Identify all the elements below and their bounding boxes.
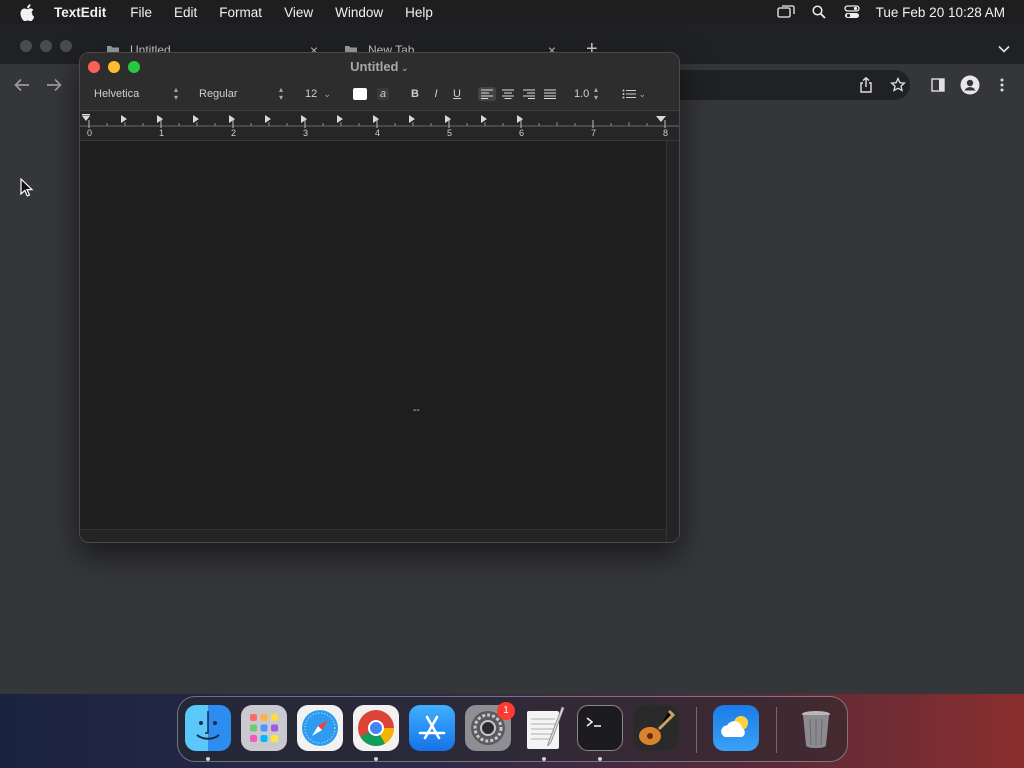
font-size-combo[interactable]: 12 ⌄ bbox=[299, 85, 337, 103]
running-indicator bbox=[374, 757, 378, 761]
vertical-scrollbar[interactable] bbox=[666, 141, 679, 542]
updown-arrows-icon: ▴ ▾ bbox=[173, 85, 178, 102]
safari-icon[interactable] bbox=[297, 705, 343, 751]
control-center-icon[interactable] bbox=[842, 4, 862, 20]
align-left-icon[interactable] bbox=[478, 87, 496, 101]
document-title-text: Untitled bbox=[350, 59, 399, 74]
line-spacing-popup[interactable]: 1.0 ▴ ▾ bbox=[568, 85, 604, 103]
italic-button[interactable]: I bbox=[427, 88, 445, 100]
menu-window[interactable]: Window bbox=[335, 5, 383, 20]
dock: 1 bbox=[177, 696, 848, 762]
ruler-number: 6 bbox=[519, 128, 525, 138]
textedit-titlebar: Untitled ⌄ Helvetica ▴ ▾ Regular ▴ ▾ 12 ⌄ a bbox=[80, 53, 679, 111]
ruler[interactable]: 0 1 2 3 4 5 6 7 8 bbox=[80, 111, 679, 141]
font-family-popup[interactable]: Helvetica ▴ ▾ bbox=[88, 85, 184, 103]
mouse-pointer-icon bbox=[20, 177, 34, 198]
dock-separator bbox=[696, 707, 697, 753]
bookmark-star-icon[interactable] bbox=[888, 75, 908, 95]
updown-arrows-icon: ▴ ▾ bbox=[278, 85, 283, 102]
app-store-icon[interactable] bbox=[409, 705, 455, 751]
ruler-number: 0 bbox=[87, 128, 93, 138]
updown-arrows-icon: ▴ ▾ bbox=[593, 85, 598, 102]
side-panel-icon[interactable] bbox=[928, 75, 948, 95]
ruler-number: 4 bbox=[375, 128, 381, 138]
ruler-number: 5 bbox=[447, 128, 453, 138]
browser-zoom-button[interactable] bbox=[60, 40, 72, 52]
browser-close-button[interactable] bbox=[20, 40, 32, 52]
chevron-down-icon: ⌄ bbox=[323, 88, 331, 99]
highlight-color-button[interactable]: a bbox=[377, 88, 390, 100]
weather-icon[interactable] bbox=[713, 705, 759, 751]
share-icon[interactable] bbox=[856, 75, 876, 95]
running-indicator bbox=[206, 757, 210, 761]
text-color-swatch[interactable] bbox=[353, 88, 367, 100]
forward-arrow-icon[interactable] bbox=[44, 76, 64, 94]
chevron-down-icon: ⌄ bbox=[400, 63, 409, 74]
ruler-number: 1 bbox=[159, 128, 165, 138]
document-text: -- bbox=[413, 405, 420, 416]
profile-avatar-icon[interactable] bbox=[960, 75, 980, 95]
font-style-popup[interactable]: Regular ▴ ▾ bbox=[193, 85, 289, 103]
ruler-number: 7 bbox=[591, 128, 597, 138]
list-bullets-popup[interactable]: ⌄ bbox=[616, 85, 652, 103]
font-style-value: Regular bbox=[199, 88, 238, 100]
horizontal-scrollbar[interactable] bbox=[80, 529, 666, 542]
document-title[interactable]: Untitled ⌄ bbox=[80, 59, 679, 74]
terminal-icon[interactable] bbox=[577, 705, 623, 751]
ruler-number: 3 bbox=[303, 128, 309, 138]
align-justify-icon[interactable] bbox=[541, 87, 559, 101]
trash-icon[interactable] bbox=[793, 705, 839, 751]
running-indicator bbox=[542, 757, 546, 761]
system-settings-icon[interactable]: 1 bbox=[465, 702, 515, 751]
browser-minimize-button[interactable] bbox=[40, 40, 52, 52]
menu-file[interactable]: File bbox=[130, 5, 152, 20]
launchpad-icon[interactable] bbox=[241, 705, 287, 751]
bold-button[interactable]: B bbox=[406, 88, 424, 100]
font-family-value: Helvetica bbox=[94, 88, 140, 100]
apple-menu-icon[interactable] bbox=[18, 3, 36, 21]
dock-separator bbox=[776, 707, 777, 753]
line-spacing-value: 1.0 bbox=[574, 88, 590, 100]
running-indicator bbox=[598, 757, 602, 761]
more-menu-icon[interactable] bbox=[992, 75, 1012, 95]
menu-app-name[interactable]: TextEdit bbox=[54, 5, 106, 20]
align-right-icon[interactable] bbox=[520, 87, 538, 101]
textedit-window: Untitled ⌄ Helvetica ▴ ▾ Regular ▴ ▾ 12 ⌄ a bbox=[79, 52, 680, 543]
font-size-value: 12 bbox=[305, 88, 318, 100]
underline-button[interactable]: U bbox=[448, 88, 466, 100]
align-center-icon[interactable] bbox=[499, 87, 517, 101]
menu-edit[interactable]: Edit bbox=[174, 5, 197, 20]
notification-badge: 1 bbox=[497, 702, 515, 720]
menu-help[interactable]: Help bbox=[405, 5, 433, 20]
garageband-icon[interactable] bbox=[633, 705, 679, 751]
chrome-icon[interactable] bbox=[353, 705, 399, 751]
menu-view[interactable]: View bbox=[284, 5, 313, 20]
document-text-area[interactable] bbox=[80, 141, 666, 529]
ruler-number: 2 bbox=[231, 128, 237, 138]
menu-bar: TextEdit File Edit Format View Window He… bbox=[0, 0, 1024, 24]
textedit-icon[interactable] bbox=[521, 705, 567, 751]
spotlight-search-icon[interactable] bbox=[809, 4, 829, 20]
finder-icon[interactable] bbox=[185, 705, 231, 751]
screen-mirroring-icon[interactable] bbox=[776, 4, 796, 20]
tab-search-chevron-icon[interactable] bbox=[998, 41, 1010, 56]
chevron-down-icon: ⌄ bbox=[638, 88, 646, 99]
ruler-number: 8 bbox=[663, 128, 669, 138]
list-bullets-icon bbox=[622, 89, 636, 99]
back-arrow-icon[interactable] bbox=[12, 76, 32, 94]
menu-bar-clock[interactable]: Tue Feb 20 10:28 AM bbox=[876, 5, 1005, 20]
menu-format[interactable]: Format bbox=[219, 5, 262, 20]
